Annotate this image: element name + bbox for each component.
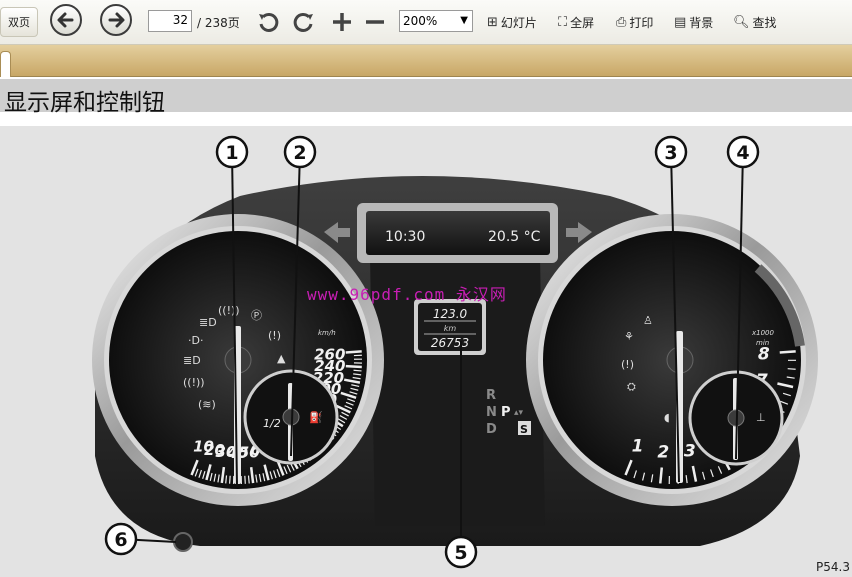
print-label: 打印 bbox=[629, 16, 654, 30]
callout-number: 5 bbox=[454, 542, 467, 564]
rpm-unit-bottom: min bbox=[756, 339, 769, 347]
speed-tick bbox=[247, 475, 250, 484]
reset-knob bbox=[173, 532, 193, 552]
slideshow-icon: ⊞ bbox=[487, 15, 498, 30]
speed-unit: km/h bbox=[318, 329, 336, 337]
slideshow-button[interactable]: ⊞ 幻灯片 bbox=[487, 14, 537, 31]
rpm-label: 3 bbox=[684, 441, 696, 461]
rotate-left-icon[interactable] bbox=[256, 9, 282, 35]
temperature-readout: 20.5 °C bbox=[488, 229, 541, 245]
callout-number: 3 bbox=[664, 142, 677, 164]
callout-number: 4 bbox=[736, 142, 749, 164]
clock-readout: 10:30 bbox=[385, 229, 425, 245]
brake-warning-icon: ((!)) bbox=[218, 304, 240, 317]
airbag-icon: ⚘ bbox=[624, 330, 634, 343]
gear-d: D bbox=[486, 422, 497, 437]
fuel-half-label: 1/2 bbox=[263, 417, 281, 430]
speed-tick bbox=[345, 350, 362, 354]
gear-mode: S bbox=[520, 423, 528, 436]
page-number-input[interactable]: 32 bbox=[148, 10, 192, 32]
find-label: 查找 bbox=[752, 16, 777, 30]
callout-number: 6 bbox=[114, 529, 127, 551]
rotate-right-icon[interactable] bbox=[290, 9, 316, 35]
speed-label: 260 bbox=[314, 346, 345, 364]
fullscreen-button[interactable]: ⛶ 全屏 bbox=[558, 14, 594, 31]
background-icon: ▤ bbox=[674, 15, 687, 30]
fullscreen-icon: ⛶ bbox=[558, 15, 568, 30]
rpm-label: 8 bbox=[758, 345, 770, 365]
dual-page-button[interactable]: 双页 bbox=[0, 7, 38, 37]
search-icon: 🔍︎ bbox=[733, 15, 750, 30]
background-button[interactable]: ▤ 背景 bbox=[674, 14, 713, 31]
zoom-out-icon[interactable] bbox=[363, 10, 387, 34]
warning-icon: (!) bbox=[621, 358, 634, 371]
speed-tick bbox=[225, 475, 228, 484]
watermark-text: www.96pdf.com 永汉网 bbox=[307, 285, 507, 304]
figure-reference: P54.3 bbox=[816, 560, 850, 574]
fuel-pump-icon: ⛽ bbox=[309, 411, 323, 424]
rpm-unit-top: x1000 bbox=[751, 329, 775, 337]
headlamp-icon: ≣D bbox=[199, 316, 217, 329]
back-button[interactable] bbox=[50, 4, 82, 36]
rpm-tick bbox=[779, 350, 796, 354]
esp-off-icon: (≋) bbox=[198, 398, 216, 411]
light-icon: ◖ bbox=[664, 411, 670, 424]
traction-warning-icon: ▲ bbox=[277, 352, 286, 365]
arrow-left-icon bbox=[57, 12, 74, 28]
tpms-icon: (!) bbox=[268, 329, 281, 342]
toolbar: 双页 32 / 238页 200% ▼ ⊞ 幻灯片 ⛶ 全屏 ⎙ 打印 ▤ 背景 🔍︎ 查找 bbox=[0, 0, 852, 45]
rpm-tick bbox=[787, 368, 796, 370]
abs-icon: ((!)) bbox=[183, 376, 205, 389]
background-label: 背景 bbox=[689, 16, 714, 30]
zoom-select[interactable]: 200% ▼ bbox=[399, 10, 473, 32]
coolant-icon: ⊥ bbox=[756, 411, 766, 424]
speed-tick bbox=[345, 364, 362, 369]
fog-lamp-icon: ·D· bbox=[188, 334, 203, 347]
instrument-cluster-figure: 1020304050607080100120140160180200220240… bbox=[92, 135, 818, 569]
rpm-label: 1 bbox=[632, 436, 644, 456]
arrow-right-icon bbox=[108, 12, 125, 28]
zoom-value: 200% bbox=[403, 14, 438, 28]
speed-tick bbox=[229, 475, 231, 484]
forward-button[interactable] bbox=[100, 4, 132, 36]
printer-icon: ⎙ bbox=[616, 15, 627, 30]
gear-r: R bbox=[486, 388, 496, 403]
slideshow-label: 幻灯片 bbox=[500, 16, 537, 30]
print-button[interactable]: ⎙ 打印 bbox=[616, 14, 653, 31]
trip-readout: 123.0 bbox=[433, 307, 468, 321]
callout-number: 1 bbox=[225, 142, 238, 164]
document-tab[interactable] bbox=[0, 51, 11, 77]
page-total-label: / 238页 bbox=[197, 16, 240, 30]
odometer-readout: 26753 bbox=[431, 336, 469, 350]
find-button[interactable]: 🔍︎ 查找 bbox=[733, 14, 777, 31]
tab-strip bbox=[0, 45, 852, 77]
rpm-label: 2 bbox=[657, 443, 669, 463]
speed-tick bbox=[353, 369, 362, 372]
parking-brake-icon: Ⓟ bbox=[251, 309, 262, 322]
seatbelt-icon: ♙ bbox=[643, 314, 653, 327]
fullscreen-label: 全屏 bbox=[570, 16, 595, 30]
engine-check-icon: ⛭ bbox=[627, 380, 636, 393]
trip-unit: km bbox=[444, 324, 457, 333]
page-title: 显示屏和控制钮 bbox=[4, 90, 165, 116]
low-beam-icon: ≣D bbox=[183, 354, 201, 367]
gear-n: N bbox=[486, 405, 497, 420]
rpm-tick bbox=[659, 467, 664, 484]
callout-number: 2 bbox=[293, 142, 306, 164]
zoom-in-icon[interactable] bbox=[330, 10, 354, 34]
chevron-down-icon: ▼ bbox=[460, 15, 468, 26]
gear-p: P bbox=[501, 405, 511, 420]
gear-updown-icon: ▴▾ bbox=[514, 408, 524, 418]
